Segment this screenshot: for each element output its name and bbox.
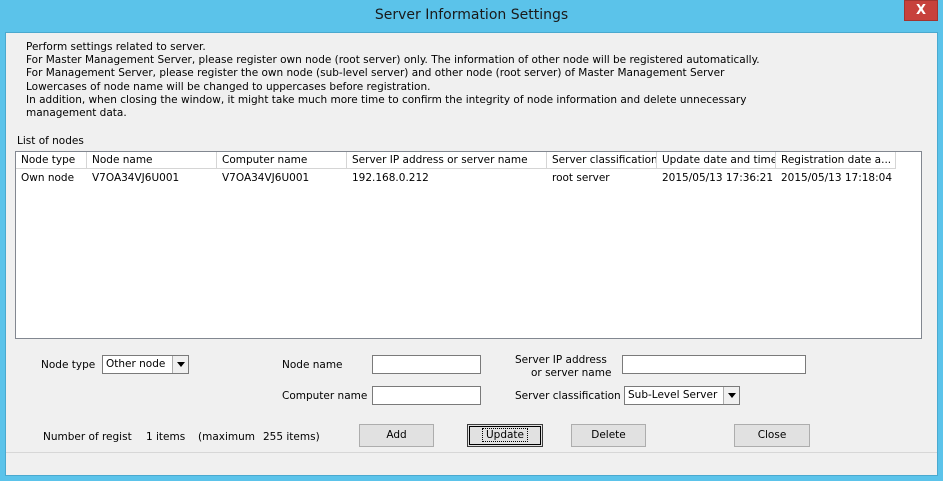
cell-node-name: V7OA34VJ6U001 bbox=[92, 172, 180, 184]
cell-node-type: Own node bbox=[21, 172, 75, 184]
column-header-node-type[interactable]: Node type bbox=[16, 152, 87, 169]
close-icon: X bbox=[915, 3, 927, 18]
description-line: Perform settings related to server. bbox=[26, 41, 206, 53]
cell-computer-name: V7OA34VJ6U001 bbox=[222, 172, 310, 184]
add-button[interactable]: Add bbox=[359, 424, 434, 447]
server-ip-input[interactable] bbox=[622, 355, 806, 374]
column-header-computer-name[interactable]: Computer name bbox=[217, 152, 347, 169]
column-header-registration-date[interactable]: Registration date a... bbox=[776, 152, 896, 169]
status-bar bbox=[6, 452, 937, 475]
cell-update-date: 2015/05/13 17:36:21 bbox=[662, 172, 774, 184]
server-classification-label: Server classification bbox=[515, 390, 621, 402]
nodes-list-header: Node type Node name Computer name Server… bbox=[16, 152, 896, 169]
description-line: In addition, when closing the window, it… bbox=[26, 93, 747, 106]
nodes-list[interactable]: Node type Node name Computer name Server… bbox=[15, 151, 922, 339]
node-name-label: Node name bbox=[282, 359, 343, 371]
list-of-nodes-label: List of nodes bbox=[17, 135, 84, 147]
column-header-node-name[interactable]: Node name bbox=[87, 152, 217, 169]
update-button-label: Update bbox=[481, 428, 529, 442]
close-window-button[interactable]: X bbox=[904, 0, 938, 21]
server-information-settings-window: Server Information Settings X Perform se… bbox=[0, 0, 943, 481]
description-text: Perform settings related to server. For … bbox=[26, 41, 760, 120]
server-ip-label-line2: or server name bbox=[531, 367, 612, 379]
chevron-down-icon[interactable] bbox=[723, 387, 739, 404]
column-header-server-ip[interactable]: Server IP address or server name bbox=[347, 152, 547, 169]
cell-server-ip: 192.168.0.212 bbox=[352, 172, 429, 184]
close-button[interactable]: Close bbox=[734, 424, 810, 447]
description-line: For Master Management Server, please reg… bbox=[26, 54, 760, 67]
cell-registration-date: 2015/05/13 17:18:04 bbox=[781, 172, 893, 184]
cell-server-classification: root server bbox=[552, 172, 610, 184]
node-type-label: Node type bbox=[41, 359, 96, 371]
description-line: management data. bbox=[26, 107, 127, 120]
description-line: Lowercases of node name will be changed … bbox=[26, 80, 431, 93]
update-button[interactable]: Update bbox=[467, 424, 543, 447]
max-label: (maximum bbox=[198, 431, 256, 443]
column-header-update-date[interactable]: Update date and time bbox=[657, 152, 776, 169]
max-value: 255 items) bbox=[263, 431, 320, 443]
node-type-select[interactable]: Other node bbox=[102, 355, 189, 374]
server-ip-label: Server IP address bbox=[515, 354, 607, 366]
chevron-down-icon[interactable] bbox=[172, 356, 188, 373]
computer-name-label: Computer name bbox=[282, 390, 368, 402]
computer-name-input[interactable] bbox=[372, 386, 481, 405]
table-row[interactable]: Own node V7OA34VJ6U001 V7OA34VJ6U001 192… bbox=[16, 170, 921, 187]
count-value: 1 items bbox=[146, 431, 186, 443]
server-classification-select[interactable]: Sub-Level Server bbox=[624, 386, 740, 405]
column-header-server-classification[interactable]: Server classification bbox=[547, 152, 657, 169]
title-bar[interactable]: Server Information Settings X bbox=[0, 0, 943, 32]
node-type-value: Other node bbox=[106, 358, 166, 370]
dialog-client-area: Perform settings related to server. For … bbox=[5, 32, 938, 476]
window-title: Server Information Settings bbox=[374, 7, 569, 23]
description-line: For Management Server, please register t… bbox=[26, 67, 725, 80]
server-classification-value: Sub-Level Server bbox=[628, 389, 718, 401]
delete-button[interactable]: Delete bbox=[571, 424, 646, 447]
node-name-input[interactable] bbox=[372, 355, 481, 374]
count-label: Number of regist bbox=[43, 431, 132, 443]
